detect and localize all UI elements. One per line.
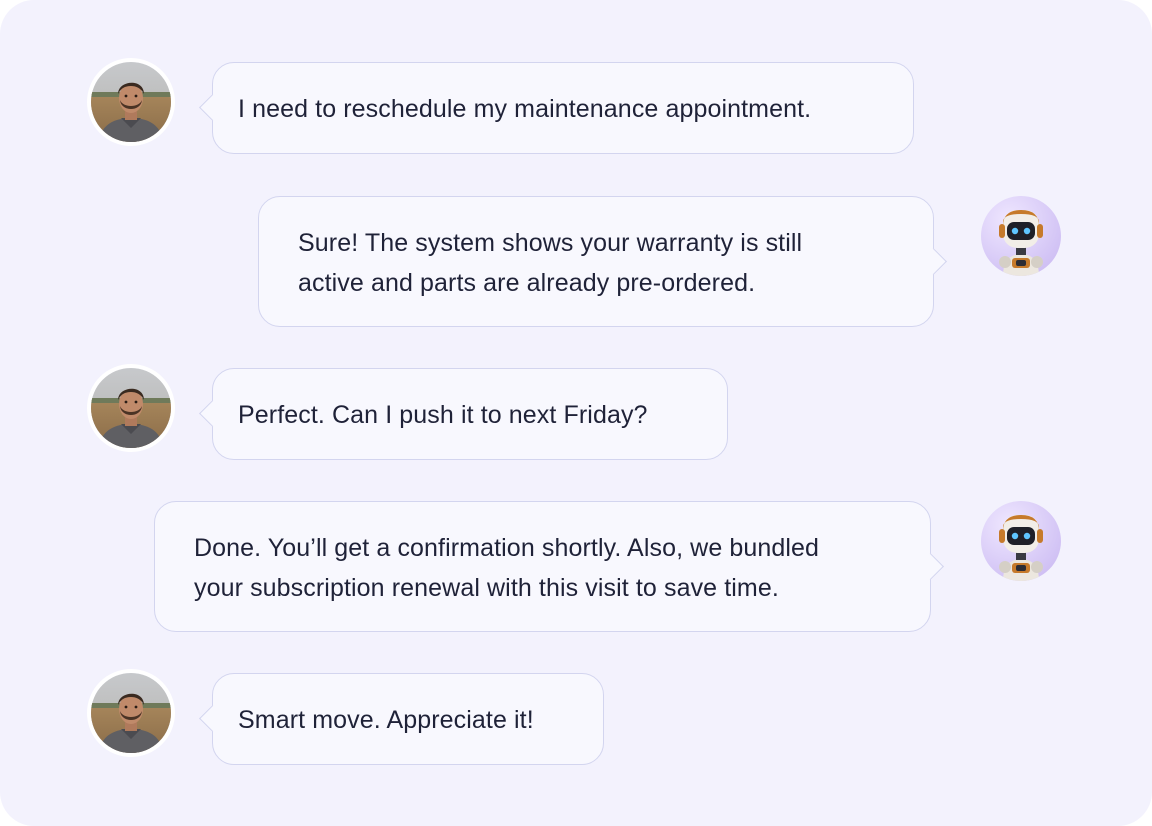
message-text: I need to reschedule my maintenance appo… — [238, 95, 812, 123]
assistant-message-bubble: Sure! The system shows your warranty is … — [258, 196, 947, 327]
user-avatar-photo-icon — [91, 368, 171, 448]
assistant-avatar — [981, 196, 1061, 276]
robot-avatar-icon — [981, 501, 1061, 581]
user-message-bubble: I need to reschedule my maintenance appo… — [199, 62, 914, 154]
user-avatar — [91, 62, 171, 142]
bubble-tail — [199, 705, 226, 732]
message-text-line-1: Sure! The system shows your warranty is … — [298, 229, 803, 257]
message-text-line-1: Done. You’ll get a confirmation shortly.… — [194, 534, 820, 562]
bubble-tail — [199, 400, 226, 427]
user-message-bubble: Smart move. Appreciate it! — [199, 673, 604, 765]
message-text: Smart move. Appreciate it! — [238, 706, 534, 734]
assistant-message-bubble: Done. You’ll get a confirmation shortly.… — [154, 501, 944, 632]
user-avatar — [91, 368, 171, 448]
user-avatar-photo-icon — [91, 673, 171, 753]
bubble-tail — [199, 94, 226, 121]
message-text-line-2: your subscription renewal with this visi… — [194, 574, 779, 602]
user-message-bubble: Perfect. Can I push it to next Friday? — [199, 368, 728, 460]
message-text-line-2: active and parts are already pre-ordered… — [298, 269, 756, 297]
message-text: Perfect. Can I push it to next Friday? — [238, 401, 648, 429]
user-avatar-photo-icon — [91, 62, 171, 142]
robot-avatar-icon — [981, 196, 1061, 276]
assistant-avatar — [981, 501, 1061, 581]
user-avatar — [91, 673, 171, 753]
chat-panel: I need to reschedule my maintenance appo… — [0, 0, 1152, 826]
